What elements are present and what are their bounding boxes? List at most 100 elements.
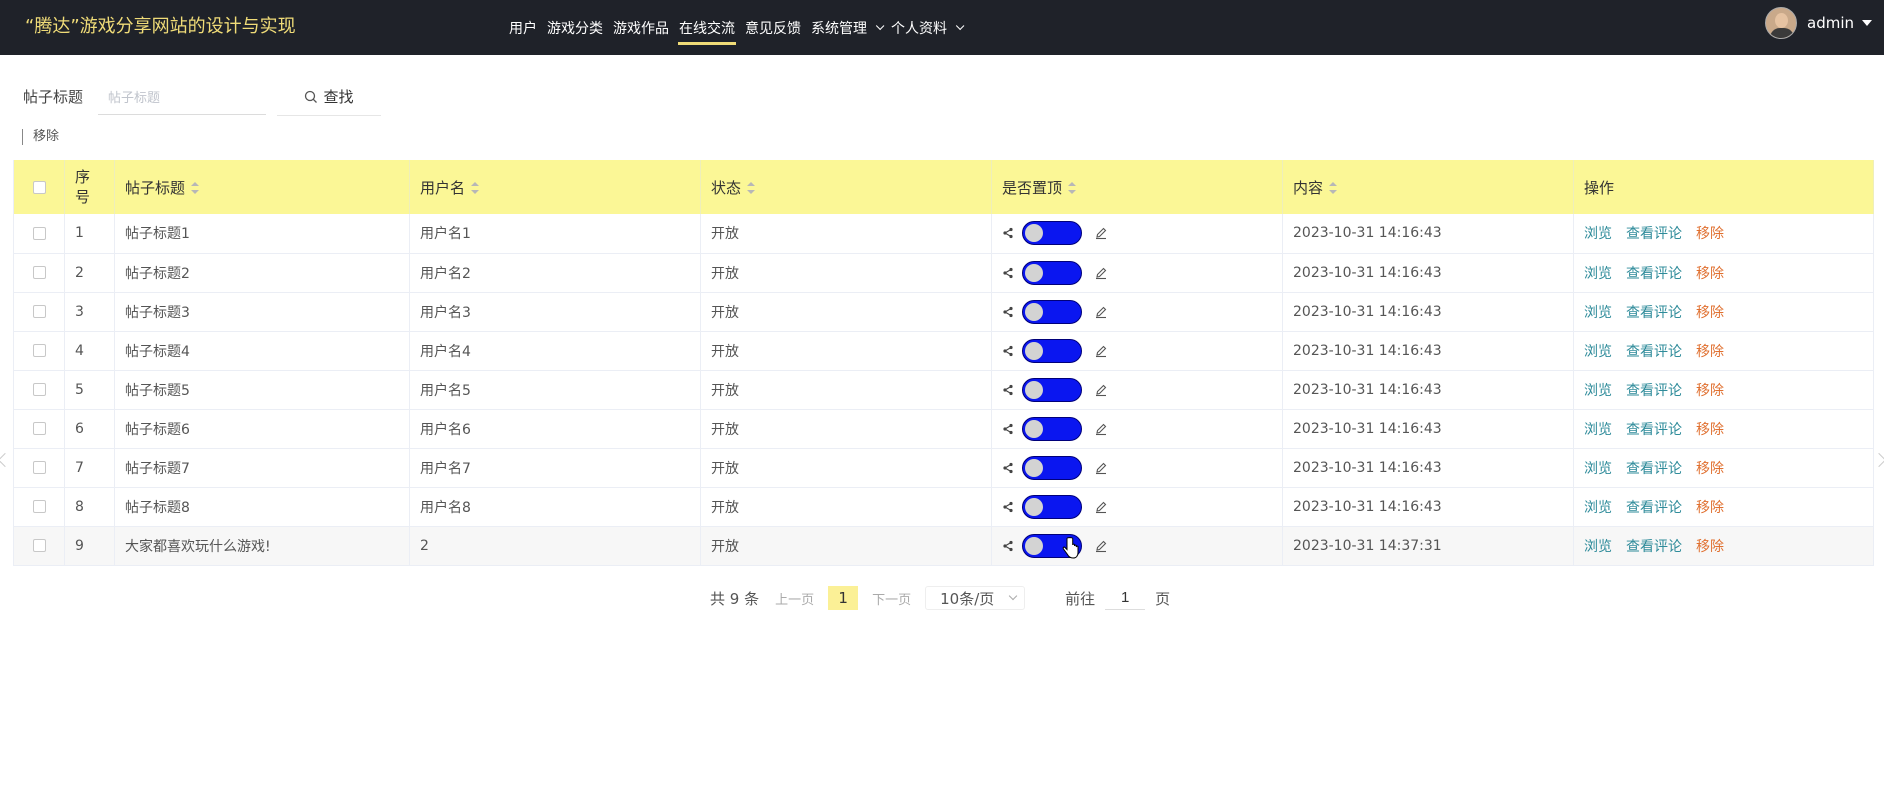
table-row[interactable]: 5 帖子标题5 用户名5 开放 2023-10-31 14:16:43 浏览 查看评论 移除	[13, 370, 1874, 410]
col-content[interactable]: 内容	[1282, 160, 1574, 214]
table-row[interactable]: 6 帖子标题6 用户名6 开放 2023-10-31 14:16:43 浏览 查看评论 移除	[13, 409, 1874, 449]
row-checkbox[interactable]	[32, 500, 46, 513]
row-select-cell[interactable]	[13, 370, 65, 410]
remove-button[interactable]: 移除	[1696, 226, 1724, 242]
view-button[interactable]: 浏览	[1584, 500, 1612, 516]
view-comments-button[interactable]: 查看评论	[1626, 305, 1682, 321]
edit-icon[interactable]	[1094, 266, 1108, 280]
sort-icon[interactable]	[747, 182, 756, 194]
table-row[interactable]: 4 帖子标题4 用户名4 开放 2023-10-31 14:16:43 浏览 查看评论 移除	[13, 331, 1874, 371]
view-comments-button[interactable]: 查看评论	[1626, 539, 1682, 555]
pin-toggle[interactable]	[1022, 455, 1082, 480]
pin-toggle[interactable]	[1022, 338, 1082, 363]
edit-icon[interactable]	[1094, 344, 1108, 358]
view-button[interactable]: 浏览	[1584, 226, 1612, 242]
row-select-cell[interactable]	[13, 253, 65, 293]
share-icon[interactable]	[1002, 384, 1014, 396]
row-select-cell[interactable]	[13, 214, 65, 254]
page-number-current[interactable]: 1	[828, 586, 859, 610]
row-checkbox[interactable]	[32, 383, 46, 396]
row-checkbox[interactable]	[32, 539, 46, 552]
share-icon[interactable]	[1002, 540, 1014, 552]
pin-toggle[interactable]	[1022, 260, 1082, 285]
remove-button[interactable]: 移除	[1696, 266, 1724, 282]
remove-button[interactable]: 移除	[1696, 305, 1724, 321]
sort-icon[interactable]	[191, 182, 200, 194]
edit-icon[interactable]	[1094, 383, 1108, 397]
select-all-cell[interactable]	[13, 160, 65, 214]
share-icon[interactable]	[1002, 423, 1014, 435]
share-icon[interactable]	[1002, 501, 1014, 513]
pin-toggle[interactable]	[1022, 221, 1082, 246]
view-button[interactable]: 浏览	[1584, 422, 1612, 438]
col-pinned[interactable]: 是否置顶	[991, 160, 1283, 214]
row-select-cell[interactable]	[13, 526, 65, 566]
remove-button[interactable]: 移除	[1696, 344, 1724, 360]
pin-toggle[interactable]	[1022, 416, 1082, 441]
view-button[interactable]: 浏览	[1584, 539, 1612, 555]
col-title[interactable]: 帖子标题	[114, 160, 410, 214]
pin-toggle[interactable]	[1022, 377, 1082, 402]
pin-toggle[interactable]	[1022, 299, 1082, 324]
nav-item-2[interactable]: 游戏作品	[608, 0, 674, 55]
view-button[interactable]: 浏览	[1584, 266, 1612, 282]
next-page-button[interactable]: 下一页	[872, 589, 911, 608]
sort-icon[interactable]	[471, 182, 480, 194]
edit-icon[interactable]	[1094, 422, 1108, 436]
share-icon[interactable]	[1002, 227, 1014, 239]
pin-toggle[interactable]	[1022, 494, 1082, 519]
select-all-checkbox[interactable]	[32, 181, 46, 194]
view-comments-button[interactable]: 查看评论	[1626, 226, 1682, 242]
goto-page-input[interactable]	[1105, 586, 1146, 610]
share-icon[interactable]	[1002, 267, 1014, 279]
view-comments-button[interactable]: 查看评论	[1626, 266, 1682, 282]
user-menu[interactable]: admin	[1765, 7, 1872, 39]
table-row[interactable]: 2 帖子标题2 用户名2 开放 2023-10-31 14:16:43 浏览 查看评论 移除	[13, 253, 1874, 293]
edit-icon[interactable]	[1094, 461, 1108, 475]
view-button[interactable]: 浏览	[1584, 305, 1612, 321]
nav-item-4[interactable]: 意见反馈	[740, 0, 806, 55]
view-button[interactable]: 浏览	[1584, 383, 1612, 399]
view-comments-button[interactable]: 查看评论	[1626, 383, 1682, 399]
view-comments-button[interactable]: 查看评论	[1626, 461, 1682, 477]
edit-icon[interactable]	[1094, 539, 1108, 553]
table-row[interactable]: 1 帖子标题1 用户名1 开放 2023-10-31 14:16:43 浏览 查看评论 移除	[13, 214, 1874, 254]
row-select-cell[interactable]	[13, 409, 65, 449]
nav-item-3[interactable]: 在线交流	[674, 0, 740, 55]
remove-button[interactable]: 移除	[1696, 500, 1724, 516]
sort-icon[interactable]	[1329, 182, 1338, 194]
row-select-cell[interactable]	[13, 292, 65, 332]
nav-item-0[interactable]: 用户	[504, 0, 542, 55]
row-checkbox[interactable]	[32, 226, 46, 240]
table-row[interactable]: 9 大家都喜欢玩什么游戏! 2 开放 2023-10-31 14:37:31 浏览 查看评论…	[13, 526, 1874, 566]
row-checkbox[interactable]	[32, 305, 46, 318]
sort-icon[interactable]	[1068, 182, 1077, 194]
view-button[interactable]: 浏览	[1584, 461, 1612, 477]
row-checkbox[interactable]	[32, 344, 46, 357]
col-status[interactable]: 状态	[700, 160, 992, 214]
col-user[interactable]: 用户名	[409, 160, 701, 214]
share-icon[interactable]	[1002, 462, 1014, 474]
nav-item-1[interactable]: 游戏分类	[542, 0, 608, 55]
table-row[interactable]: 7 帖子标题7 用户名7 开放 2023-10-31 14:16:43 浏览 查看评论 移除	[13, 448, 1874, 488]
row-checkbox[interactable]	[32, 422, 46, 435]
view-comments-button[interactable]: 查看评论	[1626, 344, 1682, 360]
share-icon[interactable]	[1002, 345, 1014, 357]
bulk-remove-button[interactable]: 移除	[22, 129, 59, 145]
row-select-cell[interactable]	[13, 487, 65, 527]
remove-button[interactable]: 移除	[1696, 461, 1724, 477]
view-comments-button[interactable]: 查看评论	[1626, 500, 1682, 516]
prev-page-button[interactable]: 上一页	[775, 589, 814, 608]
row-select-cell[interactable]	[13, 448, 65, 488]
avatar[interactable]	[1765, 7, 1797, 39]
nav-item-6[interactable]: 个人资料	[886, 0, 966, 55]
share-icon[interactable]	[1002, 306, 1014, 318]
table-row[interactable]: 8 帖子标题8 用户名8 开放 2023-10-31 14:16:43 浏览 查看评论 移除	[13, 487, 1874, 527]
nav-item-5[interactable]: 系统管理	[806, 0, 886, 55]
remove-button[interactable]: 移除	[1696, 422, 1724, 438]
view-button[interactable]: 浏览	[1584, 344, 1612, 360]
row-checkbox[interactable]	[32, 266, 46, 279]
remove-button[interactable]: 移除	[1696, 539, 1724, 555]
view-comments-button[interactable]: 查看评论	[1626, 422, 1682, 438]
edit-icon[interactable]	[1094, 305, 1108, 319]
